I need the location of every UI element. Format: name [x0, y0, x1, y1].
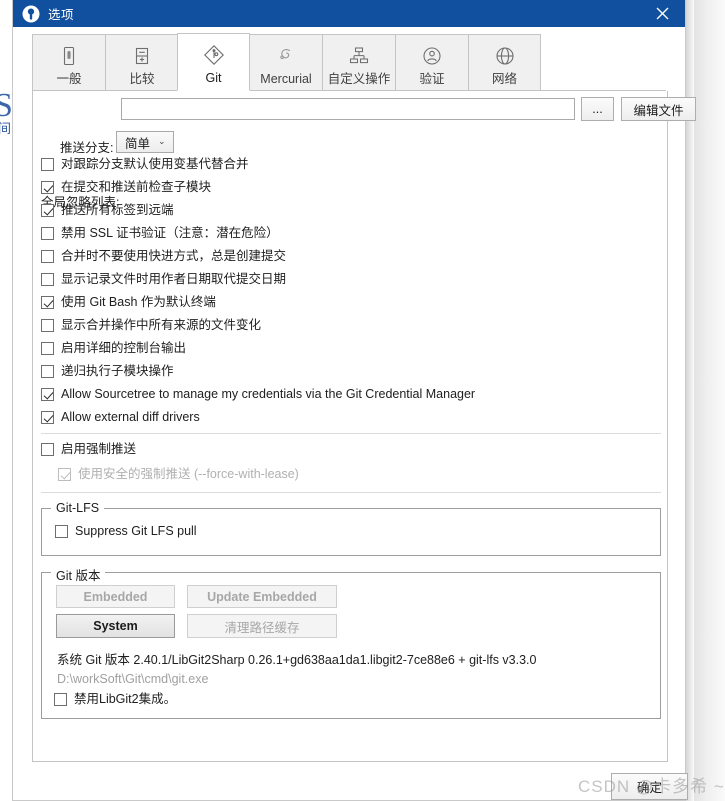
custom-actions-icon — [346, 42, 372, 70]
checkbox-box — [41, 181, 54, 194]
system-git-button[interactable]: System — [56, 614, 175, 638]
checkbox-label: 使用 Git Bash 作为默认终端 — [61, 295, 216, 309]
git-version-group: Git 版本 Embedded Update Embedded System 清… — [41, 565, 661, 719]
options-dialog: 选项 一般 比较 Git Mercurial 自定义操作 验证 网络 全局忽略列… — [12, 0, 696, 801]
checkbox-external-diff-drivers[interactable]: Allow external diff drivers — [41, 410, 200, 425]
tab-general[interactable]: 一般 — [32, 34, 105, 91]
checkbox-show-all-merge-sources[interactable]: 显示合并操作中所有来源的文件变化 — [41, 318, 261, 333]
tab-git[interactable]: Git — [177, 33, 250, 91]
checkbox-label: 合并时不要使用快进方式，总是创建提交 — [61, 249, 287, 263]
checkbox-box — [55, 525, 68, 538]
checkbox-recursive-submodule-ops[interactable]: 递归执行子模块操作 — [41, 364, 174, 379]
checkbox-label: 显示记录文件时用作者日期取代提交日期 — [61, 272, 287, 286]
checkbox-box — [41, 273, 54, 286]
checkbox-verbose-console-output[interactable]: 启用详细的控制台输出 — [41, 341, 186, 356]
close-icon[interactable] — [639, 0, 685, 27]
tab-label: Mercurial — [260, 72, 312, 86]
checkbox-label: 启用强制推送 — [61, 442, 137, 456]
tab-label: 一般 — [56, 72, 82, 86]
checkbox-safe-force-push: 使用安全的强制推送 (--force-with-lease) — [58, 467, 299, 482]
tab-diff[interactable]: 比较 — [105, 34, 178, 91]
title-bar: 选项 — [13, 0, 685, 27]
embedded-git-button[interactable]: Embedded — [56, 585, 175, 608]
ok-button[interactable]: 确定 — [611, 773, 688, 800]
tab-mercurial[interactable]: Mercurial — [249, 34, 322, 91]
tab-label: 自定义操作 — [327, 72, 391, 86]
checkbox-enable-force-push[interactable]: 启用强制推送 — [41, 442, 136, 457]
checkbox-author-date-in-log[interactable]: 显示记录文件时用作者日期取代提交日期 — [41, 272, 286, 287]
checkbox-disable-libgit2[interactable]: 禁用LibGit2集成。 — [54, 692, 176, 707]
authentication-icon — [420, 42, 444, 70]
git-settings-panel: 全局忽略列表: ... 编辑文件 推送分支: 简单 ⌄ 对跟踪分支默认使用变基代… — [32, 91, 696, 762]
checkbox-box — [41, 411, 54, 424]
tab-label: 网络 — [491, 72, 517, 86]
browse-ignore-file-button[interactable]: ... — [581, 97, 614, 121]
chevron-down-icon: ⌄ — [158, 135, 166, 146]
checkbox-box — [58, 468, 71, 481]
git-path-text: D:\workSoft\Git\cmd\git.exe — [57, 672, 209, 686]
tab-custom-actions[interactable]: 自定义操作 — [322, 34, 395, 91]
diff-icon — [130, 42, 154, 70]
tab-label: 比较 — [129, 72, 155, 86]
checkbox-label: Allow Sourcetree to manage my credential… — [61, 387, 476, 401]
git-version-group-title: Git 版本 — [51, 565, 106, 584]
checkbox-label: 在提交和推送前检查子模块 — [61, 180, 212, 194]
checkbox-label: 递归执行子模块操作 — [61, 364, 174, 378]
checkbox-box — [41, 158, 54, 171]
settings-tab-strip: 一般 比较 Git Mercurial 自定义操作 验证 网络 — [13, 27, 685, 91]
checkbox-use-git-bash[interactable]: 使用 Git Bash 作为默认终端 — [41, 295, 216, 310]
sourcetree-logo-icon — [21, 4, 41, 24]
checkbox-box — [54, 693, 67, 706]
git-icon — [202, 41, 226, 69]
push-branch-value: 简单 — [125, 136, 151, 151]
checkbox-no-fast-forward[interactable]: 合并时不要使用快进方式，总是创建提交 — [41, 249, 286, 264]
checkbox-label: 使用安全的强制推送 (--force-with-lease) — [78, 467, 299, 481]
checkbox-label: 禁用 SSL 证书验证（注意：潜在危险） — [61, 226, 279, 240]
checkbox-disable-ssl-verification[interactable]: 禁用 SSL 证书验证（注意：潜在危险） — [41, 226, 279, 241]
checkbox-suppress-git-lfs-pull[interactable]: Suppress Git LFS pull — [55, 524, 197, 539]
divider-force-push-bottom — [41, 492, 661, 493]
checkbox-box — [41, 443, 54, 456]
checkbox-label: Allow external diff drivers — [61, 410, 200, 424]
checkbox-box — [41, 296, 54, 309]
checkbox-box — [41, 204, 54, 217]
divider-force-push-top — [41, 433, 661, 434]
tab-authentication[interactable]: 验证 — [395, 34, 468, 91]
mercurial-icon — [273, 42, 299, 70]
push-branch-label: 推送分支: — [60, 141, 114, 155]
checkbox-label: 显示合并操作中所有来源的文件变化 — [61, 318, 262, 332]
git-lfs-group: Git-LFS Suppress Git LFS pull — [41, 501, 661, 556]
checkbox-credential-manager[interactable]: Allow Sourcetree to manage my credential… — [41, 387, 475, 402]
checkbox-label: 启用详细的控制台输出 — [61, 341, 187, 355]
checkbox-label: 对跟踪分支默认使用变基代替合并 — [61, 157, 249, 171]
window-title: 选项 — [48, 8, 75, 22]
checkbox-box — [41, 227, 54, 240]
checkbox-label: 推送所有标签到远端 — [61, 203, 174, 217]
git-lfs-group-title: Git-LFS — [51, 501, 105, 515]
checkbox-push-all-tags[interactable]: 推送所有标签到远端 — [41, 203, 174, 218]
clear-path-cache-button[interactable]: 清理路径缓存 — [187, 614, 337, 638]
checkbox-box — [41, 388, 54, 401]
background-text-fragment-2: 间 — [0, 121, 12, 136]
checkbox-box — [41, 342, 54, 355]
edit-ignore-file-button[interactable]: 编辑文件 — [621, 97, 696, 121]
global-ignore-input[interactable] — [121, 98, 575, 120]
tab-label: 验证 — [419, 72, 445, 86]
git-version-text: 系统 Git 版本 2.40.1/LibGit2Sharp 0.26.1+gd6… — [57, 653, 537, 667]
network-icon — [493, 42, 517, 70]
update-embedded-git-button[interactable]: Update Embedded — [187, 585, 337, 608]
checkbox-box — [41, 250, 54, 263]
checkbox-box — [41, 365, 54, 378]
checkbox-rebase-instead-of-merge[interactable]: 对跟踪分支默认使用变基代替合并 — [41, 157, 249, 172]
general-icon — [57, 42, 81, 70]
checkbox-label: Suppress Git LFS pull — [75, 524, 197, 538]
tab-label: Git — [205, 71, 222, 85]
checkbox-label: 禁用LibGit2集成。 — [74, 692, 177, 706]
background-right-gutter — [694, 0, 725, 801]
push-branch-select[interactable]: 简单 ⌄ — [116, 131, 174, 153]
tab-network[interactable]: 网络 — [468, 34, 541, 91]
checkbox-box — [41, 319, 54, 332]
checkbox-check-submodules[interactable]: 在提交和推送前检查子模块 — [41, 180, 211, 195]
